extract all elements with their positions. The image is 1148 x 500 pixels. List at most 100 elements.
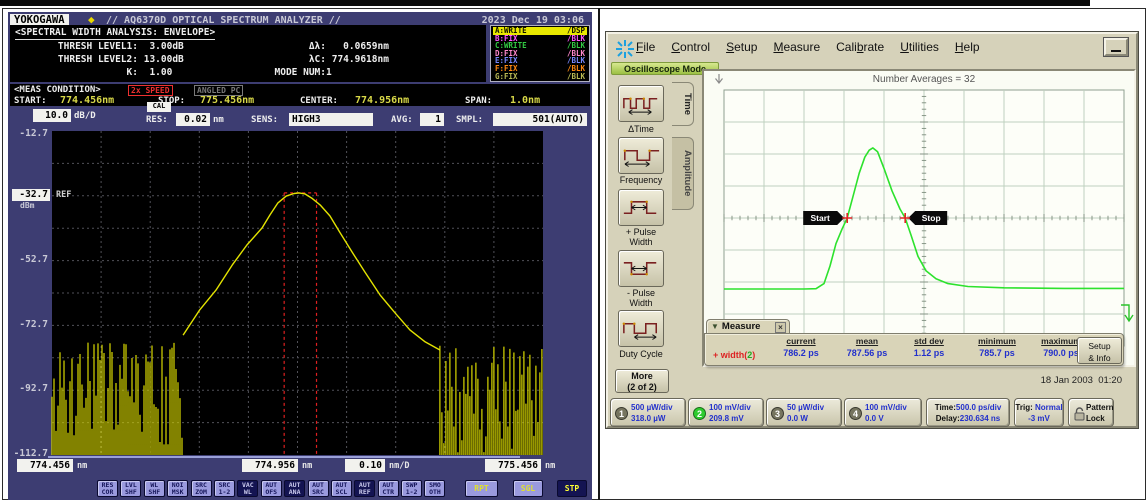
svg-text:Stop: Stop: [922, 213, 941, 223]
level-scale-unit: dB/D: [74, 111, 96, 121]
measure-header: current: [786, 336, 816, 346]
channel-2-readout: 100 mV/div 209.8 mV: [709, 403, 751, 423]
ref-marker-text: REF: [56, 190, 72, 200]
channel-3-readout: 50 µW/div 0.0 W: [787, 403, 825, 423]
lock-icon: [1074, 407, 1085, 421]
menu-bar: File Control Setup Measure Calibrate Utilitie…: [636, 40, 980, 54]
measure-header: std dev: [914, 336, 944, 346]
top-black-bar: [0, 0, 1090, 6]
delta-lambda-value: 0.0659nm: [326, 41, 389, 52]
menu-calibrate[interactable]: Calibrate: [836, 40, 884, 54]
avg-value-box: 1: [420, 113, 444, 126]
thresh-level1-label: THRESH LEVEL1:: [57, 41, 138, 52]
channel-1-readout: 500 µW/div 318.0 µW: [631, 403, 673, 423]
meas-condition-header: <MEAS CONDITION>: [14, 85, 101, 95]
softkey-smo-oth[interactable]: SMO OTH: [424, 480, 446, 497]
start-label: START:: [14, 96, 47, 106]
menu-help[interactable]: Help: [955, 40, 980, 54]
button-frequency[interactable]: [618, 137, 664, 174]
softkey-aut-src[interactable]: AUT SRC: [307, 480, 329, 497]
span-value: 1.0nm: [510, 95, 541, 106]
analysis-row: K: 1.00 MODE NUM: 1: [14, 67, 332, 78]
softkey-src-1-2[interactable]: SRC 1-2: [213, 480, 235, 497]
lambda-c-label: λC:: [308, 54, 326, 65]
avg-label: AVG:: [391, 115, 413, 125]
softkey-src-zom[interactable]: SRC ZOM: [190, 480, 212, 497]
sens-value-box: HIGH3: [289, 113, 373, 126]
menu-utilities[interactable]: Utilities: [900, 40, 939, 54]
channel-3-indicator: 3: [771, 407, 784, 420]
lambda-c-value: 774.9618nm: [326, 54, 389, 65]
menu-file[interactable]: File: [636, 40, 655, 54]
measure-value: 786.2 ps: [783, 348, 819, 358]
timebase-button[interactable]: Time:500.0 ps/div Delay:230.634 ns: [926, 398, 1010, 427]
trigger-button[interactable]: Trig: Normal -3 mV: [1014, 398, 1064, 427]
channel-1-button[interactable]: 1 500 µW/div 318.0 µW: [610, 398, 686, 427]
tab-amplitude[interactable]: Amplitude: [672, 137, 694, 210]
measure-panel-tab[interactable]: ▼ Measure ×: [706, 319, 790, 334]
agilent-spark-icon: [616, 40, 634, 58]
x-scale-unit: nm/D: [389, 461, 410, 471]
k-label: K:: [126, 67, 138, 78]
more-button[interactable]: More (2 of 2): [615, 369, 669, 393]
softkey-aut-ofs[interactable]: AUT OFS: [260, 480, 282, 497]
menu-setup[interactable]: Setup: [726, 40, 757, 54]
y-axis-label: -92.7: [19, 383, 48, 394]
thresh-level2-label: THRESH LEVEL2:: [57, 54, 138, 65]
scope-datetime: 18 Jan 2003 01:20: [1040, 375, 1122, 386]
level-scale-box: 10.0: [33, 109, 71, 122]
softkey-aut-scl[interactable]: AUT SCL: [330, 480, 352, 497]
duty-cycle-icon: [622, 322, 657, 340]
x-center-box: 774.956: [242, 459, 298, 472]
x-stop-box: 775.456: [485, 459, 541, 472]
softkey-res-cor[interactable]: RES COR: [97, 480, 118, 497]
button-duty-cycle[interactable]: [618, 310, 664, 347]
button-minus-pulse-width[interactable]: [618, 250, 664, 287]
trigger-arrow-icon: [715, 74, 723, 84]
softkey-swp-1-2[interactable]: SWP 1-2: [401, 480, 423, 497]
softkey-vac-wl[interactable]: VAC WL: [237, 480, 259, 497]
button-delta-time[interactable]: [618, 85, 664, 122]
channel-4-readout: 100 mV/div 0.0 V: [865, 403, 907, 423]
mode-num-label: MODE NUM:: [274, 67, 326, 78]
close-icon[interactable]: ×: [775, 322, 786, 333]
measure-col-std-dev: std dev 1.12 ps: [891, 336, 967, 358]
repeat-sweep-button[interactable]: RPT: [465, 480, 498, 497]
softkey-noi-msk[interactable]: NOI MSK: [167, 480, 189, 497]
softkey-wl-shf[interactable]: WL SHF: [143, 480, 165, 497]
analysis-row: THRESH LEVEL1: 3.00dB Δλ: 0.0659nm: [14, 41, 389, 52]
delta-lambda-label: Δλ:: [308, 41, 326, 52]
menu-control[interactable]: Control: [671, 40, 710, 54]
softkey-aut-ref[interactable]: AUT REF: [354, 480, 376, 497]
minimize-button[interactable]: [1103, 37, 1129, 57]
x-start-unit: nm: [77, 461, 88, 471]
toolbar-label-duty-cycle: Duty Cycle: [619, 349, 663, 359]
center-value: 774.956nm: [355, 95, 410, 106]
button-plus-pulse-width[interactable]: [618, 189, 664, 226]
single-sweep-button[interactable]: SGL: [513, 480, 543, 497]
trace-status-list: A:WRITE/DSP B:FIX/BLK C:WRITE/BLK D:FIX/BLK…: [490, 25, 590, 82]
channel-3-button[interactable]: 3 50 µW/div 0.0 W: [766, 398, 842, 427]
speed-badge: 2x SPEED: [128, 85, 173, 96]
plus-pulse-width-icon: [623, 200, 657, 214]
x-scale-box: 0.10: [345, 459, 385, 472]
res-unit: nm: [213, 115, 224, 125]
stop-value: 775.456nm: [200, 95, 255, 106]
meas-condition-panel: <MEAS CONDITION> 2x SPEED ANGLED PC STAR…: [10, 84, 590, 106]
pattern-lock-button[interactable]: Pattern Lock: [1068, 398, 1114, 427]
softkey-aut-ana[interactable]: AUT ANA: [284, 480, 306, 497]
setup-info-button[interactable]: Setup & Info: [1077, 337, 1122, 364]
channel-2-button[interactable]: 2 100 mV/div 209.8 mV: [688, 398, 764, 427]
tab-time[interactable]: Time: [672, 82, 694, 126]
softkey-lvl-shf[interactable]: LVL SHF: [120, 480, 142, 497]
svg-text:Start: Start: [811, 213, 831, 223]
thresh-level2-value: 13.00dB: [138, 54, 184, 65]
channel-4-button[interactable]: 4 100 mV/div 0.0 V: [844, 398, 922, 427]
wavelength-scrollbar[interactable]: [48, 456, 520, 458]
y-axis-label: -112.7: [13, 448, 48, 459]
menu-measure[interactable]: Measure: [773, 40, 820, 54]
stop-sweep-button[interactable]: STP: [557, 480, 587, 497]
trace-status-g: G:FIX/BLK: [493, 72, 587, 81]
thresh-level1-value: 3.00dB: [138, 41, 184, 52]
softkey-aut-ctr[interactable]: AUT CTR: [377, 480, 399, 497]
